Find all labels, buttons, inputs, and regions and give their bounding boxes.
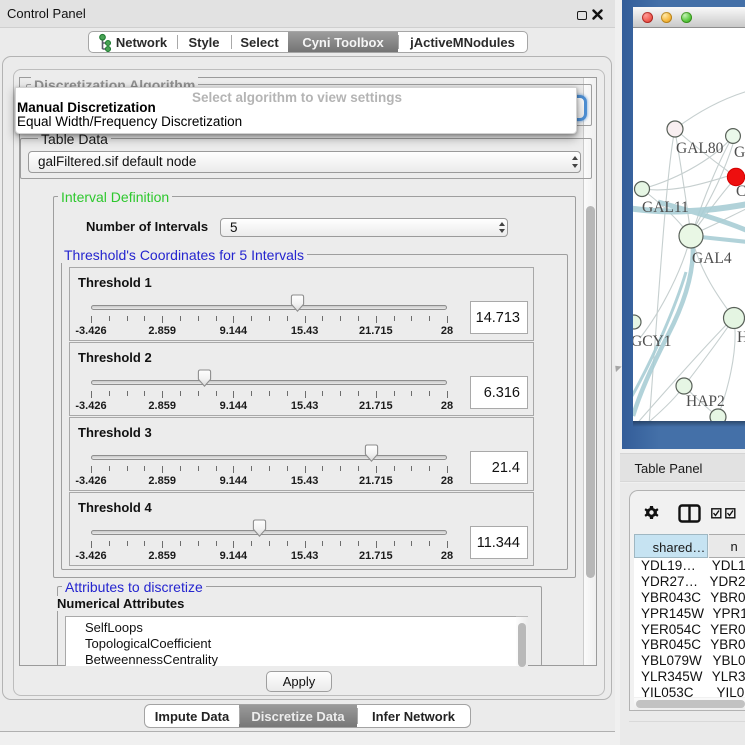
svg-text:GCY1: GCY1 bbox=[633, 333, 671, 350]
svg-text:G.: G. bbox=[734, 144, 745, 161]
svg-text:HAP2: HAP2 bbox=[686, 393, 725, 410]
svg-text:H: H bbox=[737, 329, 745, 346]
svg-text:C: C bbox=[736, 183, 745, 200]
svg-text:GAL80: GAL80 bbox=[676, 140, 724, 157]
svg-text:GAL4: GAL4 bbox=[692, 250, 732, 267]
svg-text:GAL11: GAL11 bbox=[642, 199, 689, 216]
